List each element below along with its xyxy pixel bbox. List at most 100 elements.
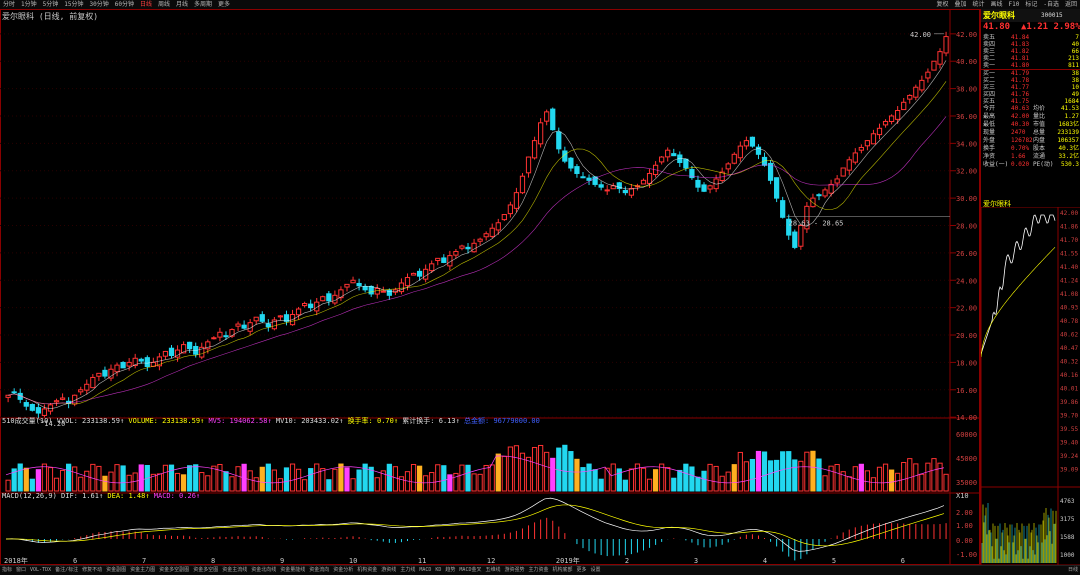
date-axis-label: 11 xyxy=(418,557,426,565)
toolbar-right-item-2[interactable]: 统计 xyxy=(969,0,987,9)
volume-bar xyxy=(743,461,749,492)
toolbar-item-1[interactable]: 1分钟 xyxy=(18,0,40,9)
volume-bar xyxy=(701,470,707,492)
level-volume: 66 xyxy=(1071,48,1079,55)
vvol-value: VVOL: 233138.59↑ xyxy=(56,417,125,425)
mini-price-label: 41.08 xyxy=(1060,291,1078,298)
toolbar-right-item-4[interactable]: F10 xyxy=(1006,0,1023,9)
macd-bars xyxy=(5,497,947,561)
volume-bar xyxy=(23,467,29,492)
candle-body xyxy=(888,115,895,123)
level-volume: 1684 xyxy=(1064,98,1079,105)
volume-bar xyxy=(205,475,211,492)
macd-indicator-name[interactable]: MACD(12,26,9) xyxy=(2,492,57,500)
volume-bar xyxy=(120,465,126,492)
volume-bar xyxy=(780,451,786,492)
volume-bar xyxy=(689,466,695,492)
bid-row[interactable]: 买四 41.76 49 xyxy=(981,91,1080,98)
volume-bar xyxy=(876,466,883,492)
date-axis-label: 8 xyxy=(211,557,215,565)
candle-body xyxy=(550,108,556,131)
toolbar-right-item-7[interactable]: 返回 xyxy=(1062,0,1080,9)
bid-row[interactable]: 买五 41.75 1684 xyxy=(981,98,1080,105)
candle-body xyxy=(253,316,259,322)
toolbar-item-9[interactable]: 多周期 xyxy=(191,0,215,9)
macd-value: MACD: 0.26↑ xyxy=(153,492,201,500)
volume-bar xyxy=(931,458,937,492)
toolbar-item-3[interactable]: 15分钟 xyxy=(61,0,86,9)
toolbar-item-7[interactable]: 周线 xyxy=(155,0,173,9)
mini-vol-label: 1588 xyxy=(1060,534,1075,541)
volume-bar xyxy=(374,477,380,492)
candle-body xyxy=(882,120,889,126)
toolbar-item-10[interactable]: 更多 xyxy=(215,0,233,9)
chart-area[interactable]: 42.0040.0038.0036.0034.0032.0030.0028.00… xyxy=(0,9,980,565)
stat-value-2: 530.3 xyxy=(1060,161,1079,168)
toolbar-item-0[interactable]: 分时 xyxy=(0,0,18,9)
volume-bar xyxy=(925,462,931,492)
volume-bar xyxy=(713,465,719,492)
toolbar-right-item-5[interactable]: 标记 xyxy=(1022,0,1040,9)
candle-body xyxy=(114,364,120,373)
candle-body xyxy=(622,190,628,194)
candle-body xyxy=(519,175,526,194)
bid-row[interactable]: 买三 41.77 10 xyxy=(981,84,1080,91)
high-price-label: 42.00 xyxy=(910,31,931,39)
toolbar-item-4[interactable]: 30分钟 xyxy=(87,0,112,9)
ask-row[interactable]: 卖五 41.84 7 xyxy=(981,34,1080,41)
candle-body xyxy=(35,407,41,414)
toolbar-item-6[interactable]: 日线 xyxy=(137,0,155,9)
volume-bar xyxy=(447,474,453,492)
candle-body xyxy=(338,289,344,299)
ask-row[interactable]: 卖四 41.83 40 xyxy=(981,41,1080,48)
candle-body xyxy=(435,257,441,262)
mini-price-label: 40.93 xyxy=(1060,305,1078,312)
volume-bar xyxy=(78,476,84,492)
intraday-mini-chart[interactable]: 42.00 41.86 41.70 41.55 41.40 41.24 41.08 40.93… xyxy=(981,207,1080,565)
volume-bar xyxy=(846,476,852,492)
volume-bar xyxy=(598,478,604,492)
toolbar-right-item-1[interactable]: 叠加 xyxy=(951,0,969,9)
volume-bar xyxy=(253,477,259,492)
candle-body xyxy=(852,152,858,163)
volume-bar xyxy=(622,479,628,492)
candle-body xyxy=(598,184,604,188)
volume-bar xyxy=(731,464,737,492)
toolbar-item-5[interactable]: 60分钟 xyxy=(112,0,137,9)
stat-value: 126782 xyxy=(1011,137,1033,144)
toolbar-item-2[interactable]: 5分钟 xyxy=(40,0,62,9)
candle-body xyxy=(695,179,701,188)
volume-bar xyxy=(259,466,265,492)
toolbar-right-item-6[interactable]: -自选 xyxy=(1040,0,1062,9)
candle-body xyxy=(404,277,411,287)
candle-body xyxy=(901,101,907,111)
ask-row[interactable]: 卖一 41.80 811 xyxy=(981,62,1080,69)
level-volume: 49 xyxy=(1071,91,1079,98)
volume-bar xyxy=(562,444,568,492)
volume-bar xyxy=(834,463,840,492)
bid-row[interactable]: 买二 41.78 38 xyxy=(981,77,1080,84)
candle-body xyxy=(489,227,495,237)
volume-indicator-name[interactable]: 510成交量(10) xyxy=(2,417,53,425)
ask-row[interactable]: 卖三 41.82 66 xyxy=(981,48,1080,55)
candle-body xyxy=(362,286,368,291)
candle-body xyxy=(320,296,326,302)
volume-bar xyxy=(180,474,187,492)
bid-row[interactable]: 买一 41.79 38 xyxy=(981,70,1080,77)
volume-bar xyxy=(338,463,344,492)
volume-bar xyxy=(507,446,513,492)
ask-row[interactable]: 卖二 41.81 213 xyxy=(981,55,1080,62)
volume-bar xyxy=(495,453,501,492)
date-axis-label: 10 xyxy=(349,557,357,565)
toolbar-item-8[interactable]: 月线 xyxy=(173,0,191,9)
candle-body xyxy=(441,257,447,263)
volume-bar xyxy=(223,471,229,492)
volume-bar xyxy=(574,458,580,492)
volume-bar xyxy=(416,465,423,492)
volume-bar xyxy=(774,459,780,492)
toolbar-right-item-3[interactable]: 画线 xyxy=(987,0,1005,9)
toolbar-right-item-0[interactable]: 复权 xyxy=(933,0,951,9)
volume-bar xyxy=(356,469,362,492)
volume-bar xyxy=(126,474,132,492)
stat-label: 最高 xyxy=(983,113,996,120)
